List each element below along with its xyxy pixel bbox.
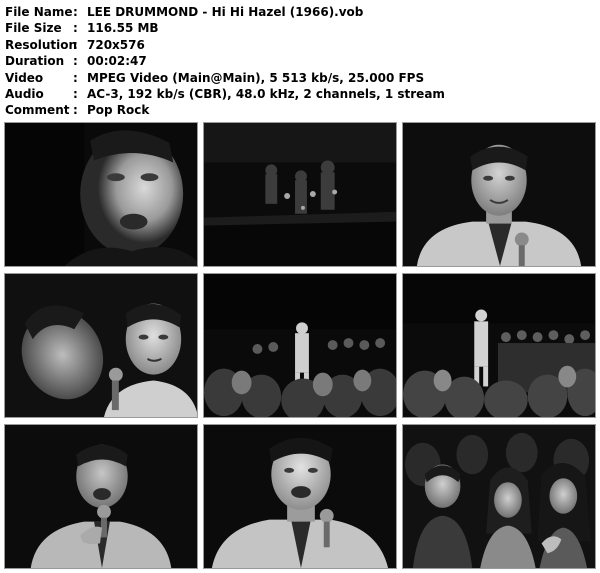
info-row-resolution: Resolution : 720x576 <box>5 37 595 53</box>
info-row-comment: Comment : Pop Rock <box>5 102 595 118</box>
thumbnail-image-singer-on-stage-crowd <box>204 274 396 417</box>
info-value: 116.55 MB <box>87 21 159 36</box>
video-thumbnail <box>4 424 198 569</box>
video-thumbnail <box>4 122 198 267</box>
video-thumbnail <box>203 122 397 267</box>
thumbnail-image-singer-with-microphone <box>403 123 595 266</box>
info-separator: : <box>73 86 78 101</box>
info-separator: : <box>73 70 78 85</box>
info-row-file-name: File Name : LEE DRUMMOND - Hi Hi Hazel (… <box>5 4 595 20</box>
video-thumbnail <box>402 122 596 267</box>
info-key: Duration <box>5 54 65 69</box>
thumbnail-grid <box>4 122 596 570</box>
info-value: Pop Rock <box>87 103 150 118</box>
info-key: Video <box>5 70 44 85</box>
info-separator: : <box>73 103 78 118</box>
info-value: LEE DRUMMOND - Hi Hi Hazel (1966).vob <box>87 5 364 19</box>
info-row-duration: Duration : 00:02:47 <box>5 53 595 69</box>
info-value: AC-3, 192 kb/s (CBR), 48.0 kHz, 2 channe… <box>87 86 445 101</box>
thumbnail-image-singer-smiling-microphone <box>204 425 396 568</box>
info-separator: : <box>73 21 78 36</box>
info-row-audio: Audio : AC-3, 192 kb/s (CBR), 48.0 kHz, … <box>5 86 595 102</box>
info-key: Audio <box>5 86 44 101</box>
thumbnail-image-singer-on-stage-crowd-side <box>403 274 595 417</box>
info-separator: : <box>73 54 78 69</box>
info-value: MPEG Video (Main@Main), 5 513 kb/s, 25.0… <box>87 70 425 85</box>
media-info-panel: File Name : LEE DRUMMOND - Hi Hi Hazel (… <box>5 4 595 119</box>
thumbnail-image-dark-stage-band <box>204 123 396 266</box>
info-row-video: Video : MPEG Video (Main@Main), 5 513 kb… <box>5 70 595 86</box>
video-thumbnail <box>402 424 596 569</box>
info-row-file-size: File Size : 116.55 MB <box>5 20 595 36</box>
info-key: Resolution <box>5 37 78 52</box>
video-thumbnail <box>203 273 397 418</box>
thumbnail-image-audience-girls <box>403 425 595 568</box>
info-value: 720x576 <box>87 37 145 52</box>
thumbnail-image-singer-closeup-face <box>5 123 197 266</box>
info-separator: : <box>73 5 78 19</box>
info-key: Comment <box>5 103 70 118</box>
thumbnail-image-singer-singing-microphone <box>5 425 197 568</box>
thumbnail-image-two-faces-closeup <box>5 274 197 417</box>
info-key: File Size <box>5 21 62 36</box>
video-thumbnail <box>203 424 397 569</box>
info-key: File Name <box>5 5 73 19</box>
video-thumbnail <box>402 273 596 418</box>
video-thumbnail <box>4 273 198 418</box>
info-separator: : <box>73 37 78 52</box>
info-value: 00:02:47 <box>87 54 147 69</box>
